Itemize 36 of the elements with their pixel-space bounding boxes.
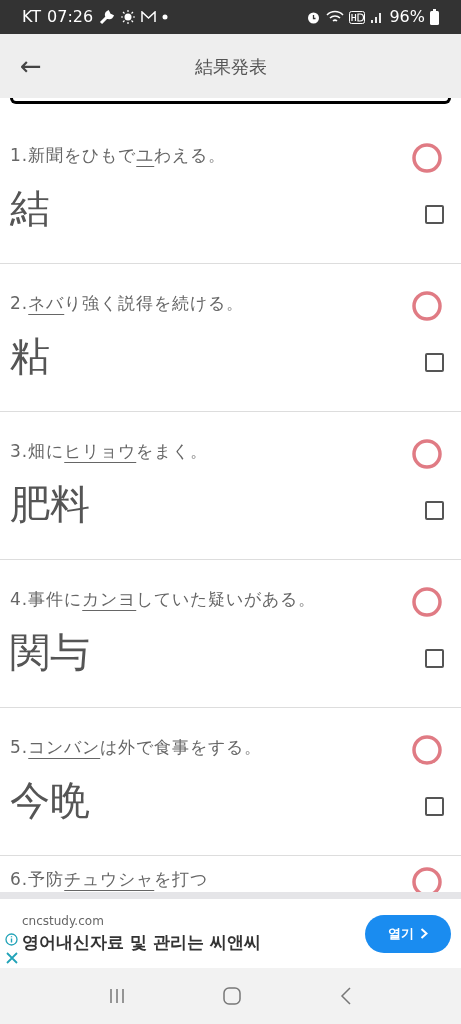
- answer-text: 粘: [10, 332, 50, 380]
- checkbox[interactable]: [425, 501, 444, 520]
- checkbox[interactable]: [425, 205, 444, 224]
- clock-text: 07:26: [47, 6, 94, 28]
- question-text: 3.畑に ヒリョウ をまく。: [10, 440, 209, 464]
- recents-icon[interactable]: [109, 988, 126, 1004]
- hd-icon: [349, 10, 366, 24]
- wifi-icon: [326, 10, 345, 24]
- home-icon[interactable]: [223, 987, 242, 1005]
- question-text: 4.事件にカンヨ していた疑いがある。: [10, 588, 317, 612]
- question-text: 1.新聞をひもでユわえる。: [10, 144, 227, 168]
- back-icon[interactable]: [339, 987, 352, 1005]
- question-text: 5.コンバンは外で食事をする。: [10, 736, 263, 760]
- answer-text: 結: [10, 184, 50, 232]
- answer-text: 関与: [10, 628, 90, 676]
- question-text: 6.予防チュウシャ を打つ: [10, 868, 209, 892]
- checkbox[interactable]: [425, 353, 444, 372]
- answer-text: 肥料: [10, 480, 90, 528]
- chevron-icon: [420, 928, 428, 939]
- carrier-text: KT: [22, 6, 42, 28]
- checkbox[interactable]: [425, 797, 444, 816]
- answer-text: 今晩: [10, 776, 90, 824]
- ad-domain: cncstudy.com: [22, 912, 105, 930]
- page-title: 結果発表: [194, 55, 267, 77]
- battery-icon: [430, 9, 439, 25]
- sun-icon: [121, 10, 136, 24]
- ad-headline: 영어내신자료 및 관리는 씨앤씨: [22, 930, 262, 954]
- back-button[interactable]: ←: [20, 53, 42, 79]
- dot-icon: [162, 14, 169, 20]
- close-icon[interactable]: [5, 952, 18, 964]
- info-icon[interactable]: [5, 933, 18, 946]
- wrench-icon: [99, 9, 116, 25]
- battery-text: 96%: [389, 6, 425, 28]
- checkbox[interactable]: [425, 649, 444, 668]
- question-text: 2.ネバり強く説得を続ける。: [10, 292, 245, 316]
- mail-icon: [141, 11, 157, 23]
